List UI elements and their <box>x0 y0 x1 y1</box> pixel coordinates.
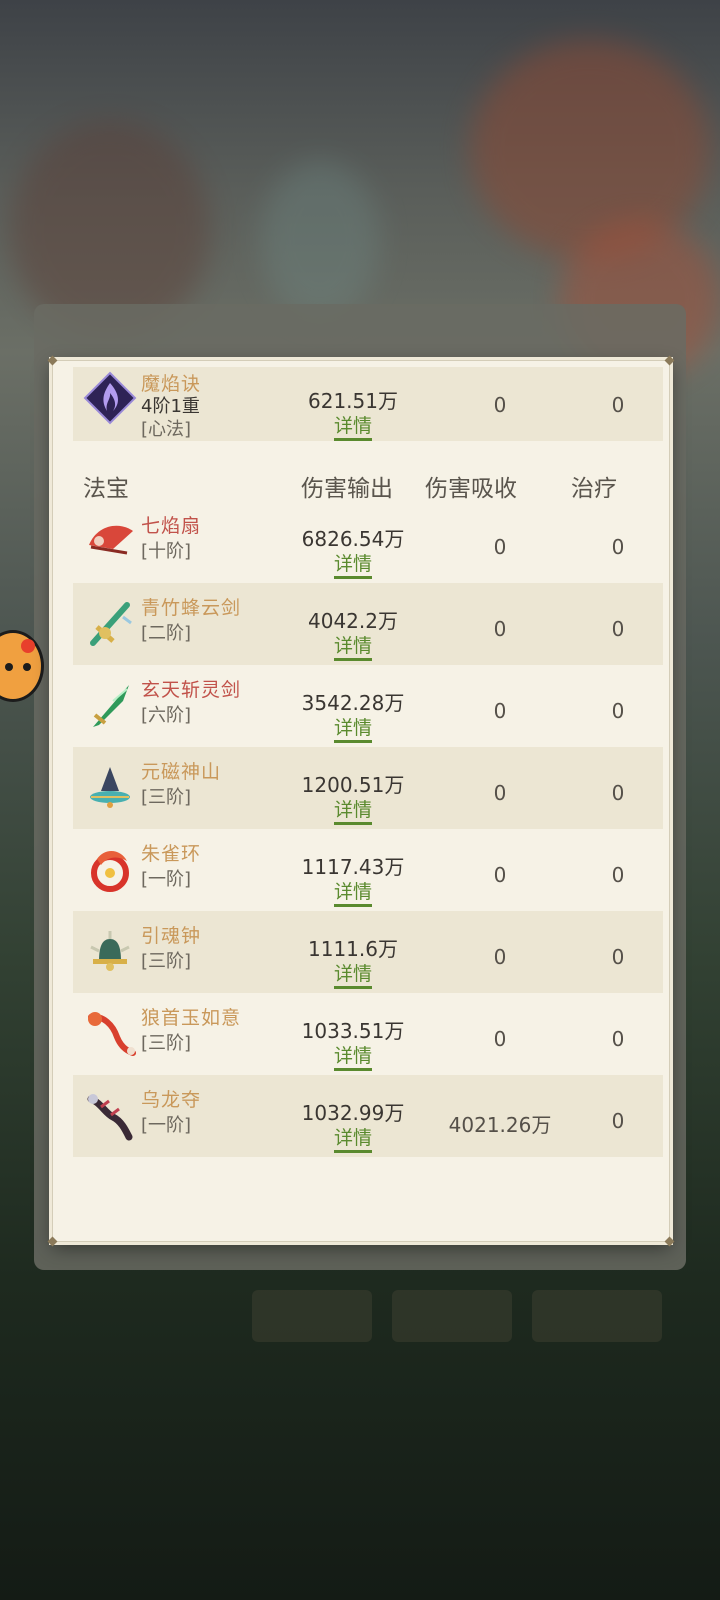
notification-dot <box>21 639 35 653</box>
item-name: 元磁神山 <box>141 761 222 783</box>
jade-sword-icon <box>83 679 137 733</box>
detail-link[interactable]: 详情 <box>273 713 433 743</box>
table-row: 玄天斩灵剑 [六阶] 3542.28万 详情 0 0 <box>73 665 663 747</box>
table-row: 朱雀环 [一阶] 1117.43万 详情 0 0 <box>73 829 663 911</box>
item-rank: [三阶] <box>141 787 192 808</box>
table-row: 元磁神山 [三阶] 1200.51万 详情 0 0 <box>73 747 663 829</box>
table-row: 狼首玉如意 [三阶] 1033.51万 详情 0 0 <box>73 993 663 1075</box>
absorb-value: 0 <box>493 699 507 723</box>
skill-type: [心法] <box>141 419 192 440</box>
item-rank: [一阶] <box>141 1115 192 1136</box>
damage-value: 1200.51万 <box>301 773 405 797</box>
item-name: 朱雀环 <box>141 843 202 865</box>
damage-value: 621.51万 <box>308 389 398 413</box>
item-name: 玄天斩灵剑 <box>141 679 242 701</box>
heal-value: 0 <box>611 863 625 887</box>
item-rank: [二阶] <box>141 623 192 644</box>
absorb-value: 0 <box>493 393 507 417</box>
heal-value: 0 <box>611 393 625 417</box>
item-rank: [十阶] <box>141 541 192 562</box>
heal-value: 0 <box>611 945 625 969</box>
damage-value: 1032.99万 <box>301 1101 405 1125</box>
purple-flame-diamond-icon <box>83 371 137 425</box>
item-rank: [六阶] <box>141 705 192 726</box>
phoenix-ring-icon <box>83 843 137 897</box>
damage-value: 1111.6万 <box>308 937 398 961</box>
heal-value: 0 <box>611 535 625 559</box>
damage-stats-panel: 魔焰诀 4阶1重 [心法] 621.51万 详情 0 0 法宝 伤害输出 伤害吸… <box>47 355 675 1247</box>
item-name: 引魂钟 <box>141 925 202 947</box>
heal-value: 0 <box>611 699 625 723</box>
damage-value: 3542.28万 <box>301 691 405 715</box>
header-heal: 治疗 <box>571 476 617 502</box>
table-row: 七焰扇 [十阶] 6826.54万 详情 0 0 <box>73 501 663 583</box>
skill-row: 魔焰诀 4阶1重 [心法] 621.51万 详情 0 0 <box>73 367 663 441</box>
scepter-icon <box>83 1007 137 1061</box>
header-absorb: 伤害吸收 <box>425 476 517 502</box>
absorb-value: 0 <box>493 535 507 559</box>
background-button <box>252 1290 372 1342</box>
heal-value: 0 <box>611 617 625 641</box>
absorb-value: 0 <box>493 617 507 641</box>
absorb-value: 0 <box>493 781 507 805</box>
detail-link[interactable]: 详情 <box>273 631 433 661</box>
background-waterfall <box>260 160 380 320</box>
bell-icon <box>83 925 137 979</box>
background-button <box>392 1290 512 1342</box>
header-damage: 伤害输出 <box>301 476 393 502</box>
mascot-eye <box>23 663 31 671</box>
item-rank: [一阶] <box>141 869 192 890</box>
damage-value: 4042.2万 <box>308 609 398 633</box>
damage-value: 1117.43万 <box>301 855 405 879</box>
detail-link[interactable]: 详情 <box>273 1123 433 1153</box>
absorb-value: 4021.26万 <box>448 1113 552 1137</box>
table-row: 引魂钟 [三阶] 1111.6万 详情 0 0 <box>73 911 663 993</box>
item-name: 青竹蜂云剑 <box>141 597 242 619</box>
item-name: 七焰扇 <box>141 515 202 537</box>
dragon-icon <box>83 1089 137 1143</box>
detail-link[interactable]: 详情 <box>273 411 433 441</box>
heal-value: 0 <box>611 1027 625 1051</box>
table-row: 乌龙夺 [一阶] 1032.99万 详情 4021.26万 0 <box>73 1075 663 1157</box>
detail-link[interactable]: 详情 <box>273 1041 433 1071</box>
detail-link[interactable]: 详情 <box>273 549 433 579</box>
damage-value: 6826.54万 <box>301 527 405 551</box>
table-row: 青竹蜂云剑 [二阶] 4042.2万 详情 0 0 <box>73 583 663 665</box>
mascot-eye <box>5 663 13 671</box>
absorb-value: 0 <box>493 1027 507 1051</box>
absorb-value: 0 <box>493 945 507 969</box>
background-button <box>532 1290 662 1342</box>
fan-icon <box>83 515 137 569</box>
item-rank: [三阶] <box>141 1033 192 1054</box>
item-rank: [三阶] <box>141 951 192 972</box>
detail-link[interactable]: 详情 <box>273 877 433 907</box>
heal-value: 0 <box>611 781 625 805</box>
header-item: 法宝 <box>83 476 129 502</box>
bamboo-sword-icon <box>83 597 137 651</box>
item-name: 乌龙夺 <box>141 1089 202 1111</box>
absorb-value: 0 <box>493 863 507 887</box>
detail-link[interactable]: 详情 <box>273 795 433 825</box>
item-name: 狼首玉如意 <box>141 1007 242 1029</box>
mountain-icon <box>83 761 137 815</box>
heal-value: 0 <box>611 1109 625 1133</box>
detail-link[interactable]: 详情 <box>273 959 433 989</box>
damage-value: 1033.51万 <box>301 1019 405 1043</box>
